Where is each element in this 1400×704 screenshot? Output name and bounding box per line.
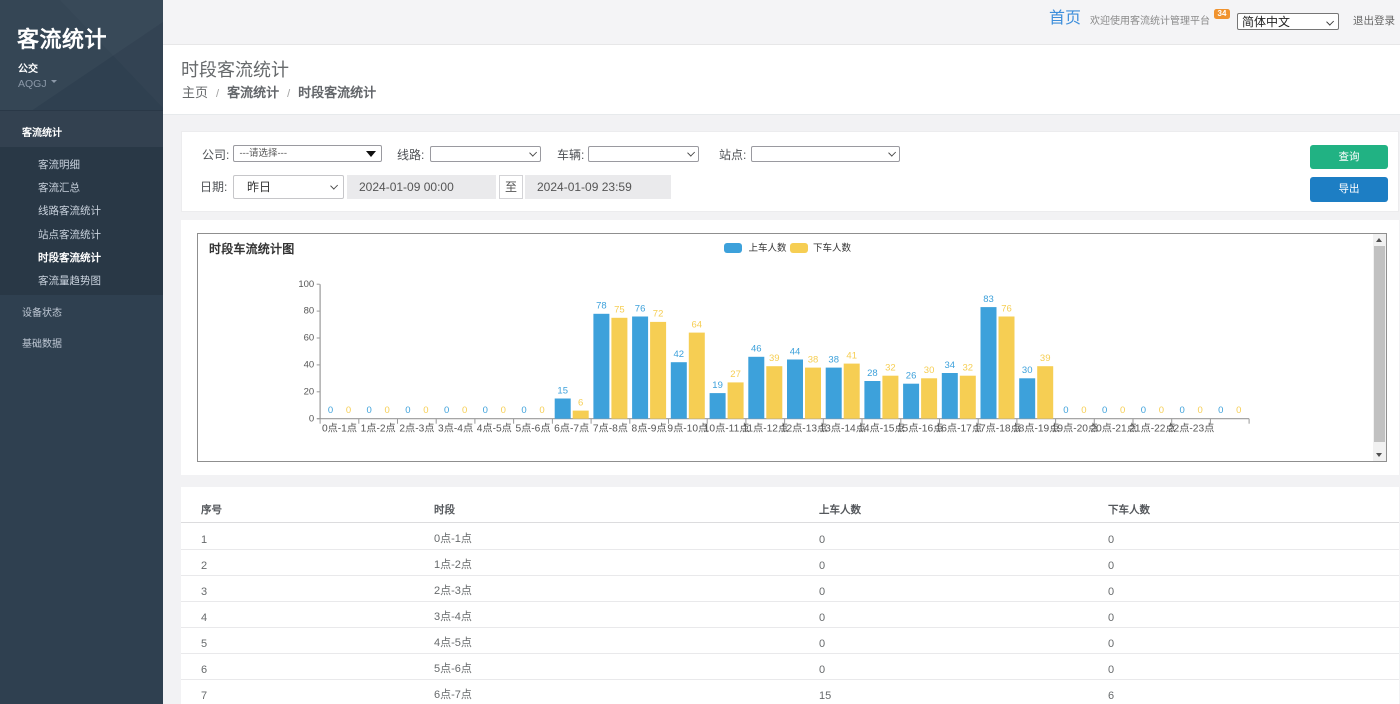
svg-text:100: 100 xyxy=(298,278,314,289)
svg-text:3点-4点: 3点-4点 xyxy=(438,422,473,434)
svg-text:39: 39 xyxy=(1040,353,1051,364)
svg-text:41: 41 xyxy=(846,350,857,361)
svg-text:64: 64 xyxy=(692,319,703,330)
svg-text:0: 0 xyxy=(1102,405,1107,416)
svg-text:0: 0 xyxy=(328,405,333,416)
svg-text:2点-3点: 2点-3点 xyxy=(399,422,434,434)
svg-text:5点-6点: 5点-6点 xyxy=(515,422,550,434)
svg-text:72: 72 xyxy=(653,308,664,319)
svg-text:0: 0 xyxy=(483,405,488,416)
svg-text:8点-9点: 8点-9点 xyxy=(632,422,667,434)
svg-text:0: 0 xyxy=(309,413,314,424)
svg-text:26: 26 xyxy=(906,370,917,381)
svg-text:76: 76 xyxy=(635,303,646,314)
svg-text:60: 60 xyxy=(304,332,315,343)
svg-text:0: 0 xyxy=(1218,405,1223,416)
svg-text:30: 30 xyxy=(924,365,935,376)
svg-text:30: 30 xyxy=(1022,365,1033,376)
svg-text:78: 78 xyxy=(596,300,607,311)
svg-text:0: 0 xyxy=(501,405,506,416)
svg-text:83: 83 xyxy=(983,293,994,304)
svg-text:34: 34 xyxy=(945,359,956,370)
svg-text:0: 0 xyxy=(462,405,467,416)
svg-text:40: 40 xyxy=(304,359,315,370)
svg-text:6点-7点: 6点-7点 xyxy=(554,422,589,434)
svg-text:1点-2点: 1点-2点 xyxy=(361,422,396,434)
svg-text:0: 0 xyxy=(1197,405,1202,416)
svg-text:0: 0 xyxy=(521,405,526,416)
svg-text:7点-8点: 7点-8点 xyxy=(593,422,628,434)
svg-text:0: 0 xyxy=(367,405,372,416)
svg-text:46: 46 xyxy=(751,343,762,354)
svg-text:0: 0 xyxy=(444,405,449,416)
svg-text:0: 0 xyxy=(1081,405,1086,416)
svg-text:4点-5点: 4点-5点 xyxy=(477,422,512,434)
svg-text:80: 80 xyxy=(304,305,315,316)
svg-text:27: 27 xyxy=(730,369,741,380)
svg-text:0: 0 xyxy=(539,405,544,416)
svg-text:76: 76 xyxy=(1001,303,1012,314)
svg-text:0: 0 xyxy=(423,405,428,416)
svg-text:0: 0 xyxy=(1236,405,1241,416)
svg-text:0点-1点: 0点-1点 xyxy=(322,422,357,434)
svg-text:0: 0 xyxy=(1159,405,1164,416)
svg-text:0: 0 xyxy=(1179,405,1184,416)
svg-text:6: 6 xyxy=(578,397,583,408)
svg-text:0: 0 xyxy=(1063,405,1068,416)
svg-text:75: 75 xyxy=(614,304,625,315)
svg-text:9点-10点: 9点-10点 xyxy=(667,422,708,434)
svg-text:42: 42 xyxy=(674,349,685,360)
svg-text:0: 0 xyxy=(385,405,390,416)
svg-text:20: 20 xyxy=(304,386,315,397)
svg-text:0: 0 xyxy=(346,405,351,416)
svg-text:19: 19 xyxy=(712,379,723,390)
svg-text:0: 0 xyxy=(1141,405,1146,416)
svg-text:28: 28 xyxy=(867,367,878,378)
svg-text:38: 38 xyxy=(828,354,839,365)
svg-text:15: 15 xyxy=(557,385,568,396)
svg-text:32: 32 xyxy=(885,362,896,373)
svg-text:0: 0 xyxy=(1120,405,1125,416)
svg-text:44: 44 xyxy=(790,346,801,357)
svg-text:32: 32 xyxy=(963,362,974,373)
svg-text:39: 39 xyxy=(769,353,780,364)
svg-text:38: 38 xyxy=(808,354,819,365)
svg-text:22点-23点: 22点-23点 xyxy=(1168,422,1214,434)
svg-text:0: 0 xyxy=(405,405,410,416)
